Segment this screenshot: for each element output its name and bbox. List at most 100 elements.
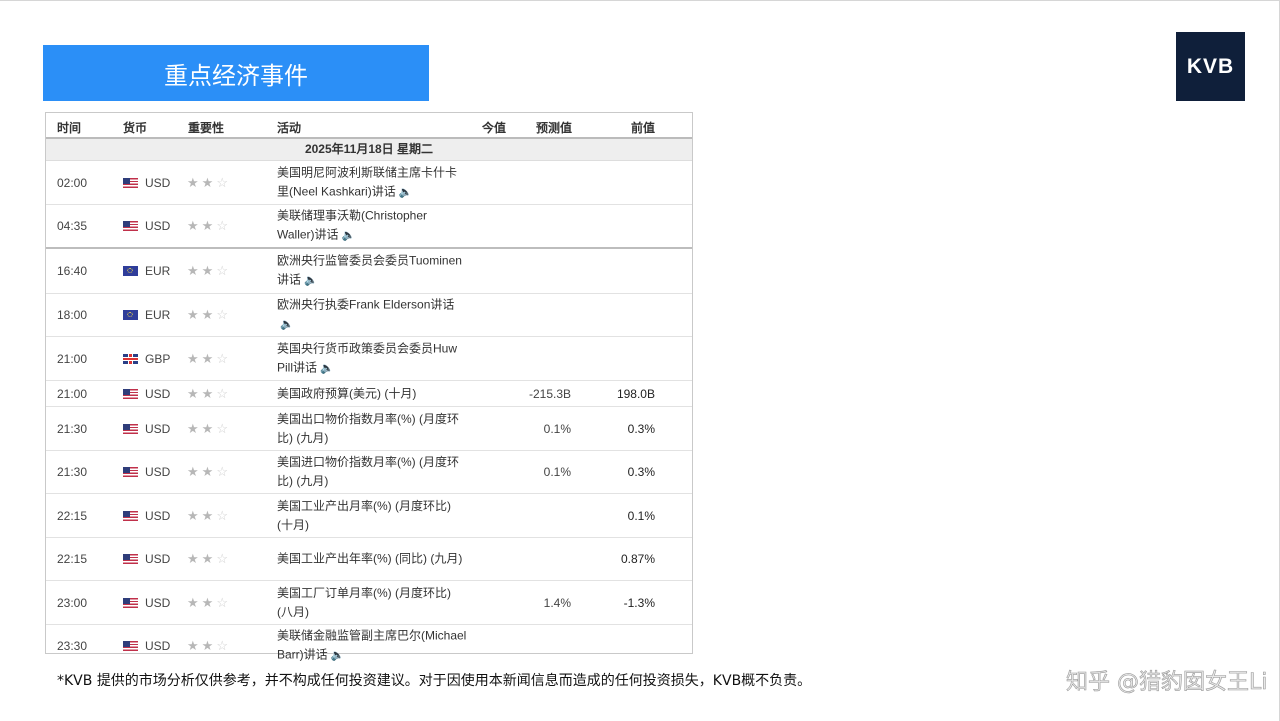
currency-code: USD [145, 421, 171, 436]
event-time: 21:30 [57, 465, 88, 479]
speaker-icon[interactable]: 🔈 [280, 319, 294, 331]
currency-code: USD [145, 465, 171, 479]
importance-stars: ★★☆ [187, 175, 231, 191]
table-row[interactable]: 02:00 USD ★★☆ 美国明尼阿波利斯联储主席卡什卡里(Neel Kashkar… [46, 161, 692, 205]
event-time: 23:00 [57, 595, 88, 610]
date-row: 2025年11月18日 星期二 [46, 139, 692, 161]
speaker-icon[interactable]: 🔈 [304, 275, 318, 287]
event-name[interactable]: 欧洲央行执委Frank Elderson讲话 🔈 [277, 296, 467, 335]
flag-us-icon [123, 554, 138, 564]
flag-us-icon [123, 597, 138, 608]
event-name[interactable]: 美国进口物价指数月率(%) (月度环比) (九月) [277, 453, 467, 491]
table-row[interactable]: 21:00 USD ★★☆ 美国政府预算(美元) (十月) -215.3B 198.0B [46, 381, 692, 407]
star-filled-icon: ★★ [187, 638, 217, 653]
previous-value: 0.1% [627, 508, 655, 523]
event-name[interactable]: 美国工业产出年率(%) (同比) (九月) [277, 550, 467, 569]
forecast-value: 0.1% [543, 421, 571, 436]
event-time: 22:15 [57, 552, 88, 566]
speaker-icon[interactable]: 🔈 [399, 186, 413, 198]
flag-us-icon [123, 423, 138, 434]
event-time: 18:00 [57, 308, 88, 322]
star-empty-icon: ☆ [216, 507, 231, 523]
star-filled-icon: ★★ [187, 507, 217, 523]
event-name[interactable]: 美联储理事沃勒(Christopher Waller)讲话 🔈 [277, 207, 467, 246]
speaker-icon[interactable]: 🔈 [331, 650, 345, 662]
table-row[interactable]: 22:15 USD ★★☆ 美国工业产出年率(%) (同比) (九月) 0.87% [46, 538, 692, 581]
star-empty-icon: ☆ [216, 263, 231, 278]
star-filled-icon: ★★ [187, 594, 217, 610]
event-name[interactable]: 美国政府预算(美元) (十月) [277, 384, 467, 403]
star-filled-icon: ★★ [187, 307, 217, 322]
speaker-icon[interactable]: 🔈 [320, 362, 334, 374]
flag-us-icon [123, 388, 138, 399]
top-border [0, 0, 1280, 1]
star-filled-icon: ★★ [187, 464, 217, 479]
star-filled-icon: ★★ [187, 218, 217, 233]
event-text: 美国出口物价指数月率(%) (月度环比) (九月) [277, 411, 459, 445]
flag-us-icon [123, 641, 138, 651]
importance-stars: ★★☆ [187, 421, 231, 437]
event-text: 欧洲央行执委Frank Elderson讲话 [277, 297, 455, 312]
currency-code: USD [145, 508, 171, 523]
table-row[interactable]: 04:35 USD ★★☆ 美联储理事沃勒(Christopher Waller)讲话… [46, 205, 692, 249]
currency-code: USD [145, 386, 171, 401]
table-row[interactable]: 22:15 USD ★★☆ 美国工业产出月率(%) (月度环比) (十月) 0.1% [46, 494, 692, 538]
event-text: 英国央行货币政策委员会委员Huw Pill讲话 [277, 341, 458, 374]
importance-stars: ★★☆ [187, 508, 231, 524]
table-row[interactable]: 16:40 EUR ★★☆ 欧洲央行监管委员会委员Tuominen讲话 🔈 [46, 249, 692, 294]
table-header: 时间 货币 重要性 活动 今值 预测值 前值 [46, 113, 692, 139]
header-previous: 前值 [631, 121, 656, 135]
table-row[interactable]: 21:30 USD ★★☆ 美国进口物价指数月率(%) (月度环比) (九月) 0.1%… [46, 451, 692, 494]
importance-stars: ★★☆ [187, 464, 231, 480]
star-filled-icon: ★★ [187, 551, 217, 566]
event-text: 美国进口物价指数月率(%) (月度环比) (九月) [277, 455, 459, 488]
header-time: 时间 [57, 121, 82, 135]
table-row[interactable]: 21:00 GBP ★★☆ 英国央行货币政策委员会委员Huw Pill讲话 🔈 [46, 337, 692, 381]
event-name[interactable]: 欧洲央行监管委员会委员Tuominen讲话 🔈 [277, 252, 467, 291]
table-row[interactable]: 18:00 EUR ★★☆ 欧洲央行执委Frank Elderson讲话 🔈 [46, 294, 692, 337]
event-text: 美国工厂订单月率(%) (月度环比) (八月) [277, 585, 451, 619]
event-time: 22:15 [57, 508, 88, 523]
importance-stars: ★★☆ [187, 386, 231, 402]
star-empty-icon: ☆ [216, 350, 231, 366]
currency-code: USD [145, 639, 171, 653]
flag-us-icon [123, 177, 138, 188]
table-row[interactable]: 23:30 USD ★★☆ 美联储金融监管副主席巴尔(Michael Barr)讲话 🔈 [46, 625, 692, 667]
currency-code: USD [145, 595, 171, 610]
flag-us-icon [123, 467, 138, 477]
event-text: 美国政府预算(美元) (十月) [277, 386, 417, 400]
previous-value: 0.3% [627, 465, 655, 479]
event-name[interactable]: 英国央行货币政策委员会委员Huw Pill讲话 🔈 [277, 339, 467, 378]
event-time: 21:00 [57, 386, 88, 401]
event-text: 美国工业产出月率(%) (月度环比) (十月) [277, 498, 451, 532]
previous-value: 198.0B [616, 386, 655, 401]
event-time: 21:30 [57, 421, 88, 436]
flag-us-icon [123, 221, 138, 231]
event-time: 23:30 [57, 639, 88, 653]
importance-stars: ★★☆ [187, 351, 231, 367]
header-actual: 今值 [482, 121, 507, 135]
star-empty-icon: ☆ [216, 551, 231, 566]
event-text: 美联储金融监管副主席巴尔(Michael Barr)讲话 [277, 628, 467, 662]
event-name[interactable]: 美国明尼阿波利斯联储主席卡什卡里(Neel Kashkari)讲话 🔈 [277, 163, 467, 202]
currency-code: USD [145, 552, 171, 566]
currency-code: EUR [145, 264, 171, 278]
forecast-value: 0.1% [543, 465, 571, 479]
header-currency: 货币 [123, 121, 148, 135]
header-importance: 重要性 [188, 121, 225, 135]
table-row[interactable]: 21:30 USD ★★☆ 美国出口物价指数月率(%) (月度环比) (九月) 0.1%… [46, 407, 692, 451]
event-name[interactable]: 美国工业产出月率(%) (月度环比) (十月) [277, 497, 467, 535]
previous-value: 0.3% [627, 421, 655, 436]
event-name[interactable]: 美国出口物价指数月率(%) (月度环比) (九月) [277, 410, 467, 448]
event-name[interactable]: 美国工厂订单月率(%) (月度环比) (八月) [277, 584, 467, 622]
table-row[interactable]: 23:00 USD ★★☆ 美国工厂订单月率(%) (月度环比) (八月) 1.4% -1… [46, 581, 692, 625]
star-filled-icon: ★★ [187, 174, 217, 190]
star-empty-icon: ☆ [216, 594, 231, 610]
watermark: 知乎 @猎豹囡女王Li [1066, 670, 1268, 696]
star-empty-icon: ☆ [216, 307, 231, 322]
star-filled-icon: ★★ [187, 385, 217, 401]
currency-code: USD [145, 175, 171, 190]
currency-code: USD [145, 219, 171, 233]
speaker-icon[interactable]: 🔈 [342, 230, 356, 242]
event-name[interactable]: 美联储金融监管副主席巴尔(Michael Barr)讲话 🔈 [277, 627, 467, 666]
